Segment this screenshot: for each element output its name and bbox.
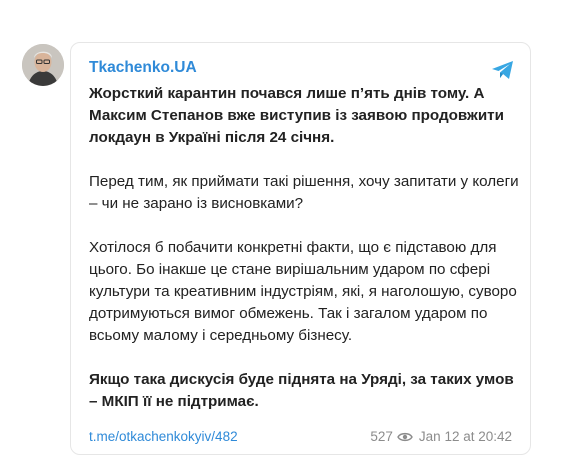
eye-icon	[397, 432, 413, 441]
post-body: Жорсткий карантин почався лише п’ять дні…	[89, 83, 521, 413]
view-count: 527	[370, 429, 393, 444]
telegram-post-card: Tkachenko.UA Жорсткий карантин почався л…	[70, 42, 531, 455]
post-paragraph-2: Перед тим, як приймати такі рішення, хоч…	[89, 173, 519, 212]
post-link[interactable]: t.me/otkachenkokyiv/482	[89, 429, 238, 444]
avatar[interactable]	[22, 44, 64, 86]
post-footer: t.me/otkachenkokyiv/482 527 Jan 12 at 20…	[89, 429, 512, 447]
telegram-icon[interactable]	[490, 57, 516, 83]
post-paragraph-1: Жорсткий карантин почався лише п’ять дні…	[89, 85, 504, 146]
post-paragraph-3: Хотілося б побачити конкретні факти, що …	[89, 239, 517, 344]
post-meta: 527 Jan 12 at 20:42	[370, 429, 512, 444]
post-paragraph-4: Якщо така дискусія буде піднята на Уряді…	[89, 371, 514, 410]
post-date: Jan 12 at 20:42	[418, 429, 512, 444]
channel-name[interactable]: Tkachenko.UA	[89, 59, 197, 77]
avatar-image	[22, 44, 64, 86]
